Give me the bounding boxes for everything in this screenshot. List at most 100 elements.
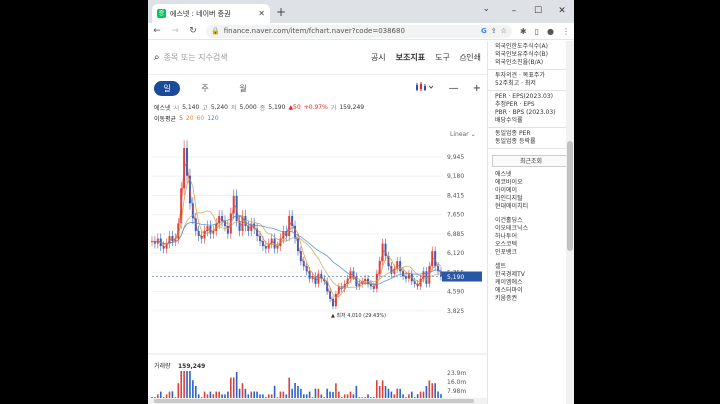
maximize-button[interactable]: ☐: [526, 0, 550, 23]
sector-section: 동일업종 PER 동일업종 등락률: [488, 128, 574, 149]
naver-finance-favicon: 증: [157, 9, 166, 18]
ma-60: 60: [196, 114, 205, 122]
menu-print[interactable]: ⎙인쇄: [460, 52, 481, 63]
y-tick-label: 4,590: [447, 289, 464, 296]
browser-tab[interactable]: 증 에스넷 : 네이버 증권 ✕: [152, 4, 270, 23]
opinion-row: 52주최고 · 최저: [495, 80, 536, 87]
address-bar: ← → ↻ 🔒 finance.naver.com/item/fchart.na…: [148, 23, 574, 40]
y-tick-label: 6,120: [447, 250, 464, 257]
recent-item[interactable]: 파인디지털: [488, 195, 574, 203]
price-change-pct: +0.97%: [303, 103, 328, 111]
valuation-row: PER · EPS(2023.03): [495, 93, 554, 100]
valuation-section: PER · EPS(2023.03) 추정PER · EPS PBR · BPS (…: [488, 91, 574, 128]
chart-panel: ⌕ 종목 또는 지수검색 공시 보조지표 도구 ⎙인쇄 일 주 월 — + 에스…: [148, 41, 487, 404]
volume-tick-label: 16.0m: [447, 379, 466, 386]
recent-item[interactable]: 인포뱅크: [488, 249, 574, 257]
price-summary: 에스넷 시 5,140 고 5,240 저 5,000 종 5,190 ▲50 +0.9…: [154, 103, 365, 112]
y-tick-label: 7,650: [447, 212, 464, 219]
menu-disclosure[interactable]: 공시: [371, 52, 386, 63]
current-price-label: 5,190: [447, 274, 464, 281]
page-content: ⌕ 종목 또는 지수검색 공시 보조지표 도구 ⎙인쇄 일 주 월 — + 에스…: [148, 41, 574, 404]
valuation-row: 배당수익률: [495, 117, 523, 124]
foreign-info-row: 외국인보유주식수(B): [495, 51, 548, 58]
chart-type-dropdown[interactable]: [415, 81, 435, 95]
ma-120: 120: [207, 114, 219, 122]
stock-name: 에스넷: [154, 104, 171, 112]
tab-search-icon[interactable]: ⌄: [482, 4, 490, 14]
volume-tick-label: 7.98m: [447, 388, 466, 395]
url-text: finance.naver.com/item/fchart.naver?code…: [223, 27, 405, 35]
volume-total: 159,249: [178, 363, 205, 370]
profile-avatar[interactable]: ●: [547, 27, 554, 36]
side-panel-icon[interactable]: ▯: [535, 27, 539, 36]
zoom-in-button[interactable]: +: [473, 83, 481, 94]
recent-item[interactable]: 현대에이치티: [488, 203, 574, 211]
forward-icon[interactable]: →: [170, 26, 180, 36]
extensions-icon[interactable]: ✱: [520, 27, 527, 36]
more-menu-icon[interactable]: ⋮: [562, 27, 570, 36]
tab-title: 에스넷 : 네이버 증권: [170, 9, 231, 18]
recent-item[interactable]: 에코바이오: [488, 179, 574, 187]
foreign-info-row: 외국인한도주식수(A): [495, 43, 548, 50]
stock-search-input[interactable]: 종목 또는 지수검색: [164, 52, 371, 63]
volume-value: 159,249: [339, 103, 365, 111]
period-day[interactable]: 일: [154, 80, 180, 96]
recent-item[interactable]: 키움증권: [488, 295, 574, 303]
close-tab-icon[interactable]: ✕: [258, 9, 265, 18]
period-selector: 일 주 월 — +: [148, 75, 487, 101]
chart-horizontal-scrollbar[interactable]: [148, 398, 487, 404]
menu-tools[interactable]: 도구: [435, 52, 450, 63]
recent-list-2: 이건홀딩스 이오테크닉스 하나투어 오스코텍 인포뱅크: [488, 217, 574, 257]
recent-list: 에스넷 에코바이오 아이에이 파인디지털 현대에이치티: [488, 171, 574, 211]
price-chart[interactable]: 9,9459,1808,4157,6506,8856,1205,3554,590…: [148, 139, 487, 404]
minimize-button[interactable]: –: [502, 0, 526, 23]
recent-item[interactable]: 에스터마이: [488, 287, 574, 295]
y-tick-label: 8,415: [447, 192, 464, 199]
recent-item[interactable]: 하나투어: [488, 233, 574, 241]
window-close-button[interactable]: ✕: [550, 0, 574, 23]
google-icon[interactable]: G: [481, 27, 487, 35]
recent-item[interactable]: 아이에이: [488, 187, 574, 195]
y-tick-label: 3,825: [447, 308, 464, 315]
recent-views-tab[interactable]: 최근조회: [492, 155, 570, 167]
zoom-out-button[interactable]: —: [449, 83, 459, 94]
recent-item[interactable]: 오스코텍: [488, 241, 574, 249]
new-tab-button[interactable]: +: [276, 5, 286, 19]
ma-line-5: [151, 160, 442, 304]
recent-item[interactable]: 케이엠에스: [488, 279, 574, 287]
valuation-row: PBR · BPS (2023.03): [495, 109, 556, 116]
bookmark-star-icon[interactable]: ☆: [501, 27, 507, 35]
back-icon[interactable]: ←: [152, 26, 162, 36]
page-scrollbar[interactable]: [566, 41, 574, 404]
search-icon[interactable]: ⌕: [154, 52, 160, 63]
foreign-ownership-section: 외국인한도주식수(A) 외국인보유주식수(B) 외국인소진율(B/A): [488, 41, 574, 70]
recent-item[interactable]: 이건홀딩스: [488, 217, 574, 225]
period-week[interactable]: 주: [192, 81, 218, 96]
open-price: 5,140: [182, 103, 200, 111]
close-price: 5,190: [268, 103, 286, 111]
menu-indicators[interactable]: 보조지표: [396, 52, 425, 63]
lock-icon: 🔒: [211, 27, 220, 35]
moving-average-legend[interactable]: 이동평균 5 20 60 120: [148, 113, 487, 123]
candlestick-icon: [415, 81, 433, 91]
recent-item[interactable]: 한국경제TV: [488, 271, 574, 279]
tab-strip: 증 에스넷 : 네이버 증권 ✕ + ⌄ – ☐ ✕: [148, 0, 574, 23]
high-price: 5,240: [210, 103, 228, 111]
opinion-section: 투자의견 · 목표주가 52주최고 · 최저: [488, 70, 574, 91]
recent-item[interactable]: 이오테크닉스: [488, 225, 574, 233]
volume-tick-label: 23.9m: [447, 370, 466, 377]
scale-dropdown[interactable]: Linear ⌄: [450, 131, 476, 138]
ma-20: 20: [185, 114, 194, 122]
info-sidebar: 외국인한도주식수(A) 외국인보유주식수(B) 외국인소진율(B/A) 투자의견 ·…: [487, 41, 574, 404]
recent-list-3: 셀트 한국경제TV 케이엠에스 에스터마이 키움증권: [488, 263, 574, 303]
share-icon[interactable]: ⇪: [491, 27, 497, 35]
y-tick-label: 9,180: [447, 173, 464, 180]
sector-row: 동일업종 등락률: [495, 138, 536, 145]
recent-item[interactable]: 셀트: [488, 263, 574, 271]
sector-row: 동일업종 PER: [495, 130, 531, 137]
recent-item[interactable]: 에스넷: [488, 171, 574, 179]
url-field[interactable]: 🔒 finance.naver.com/item/fchart.naver?co…: [206, 24, 512, 38]
valuation-row: 추정PER · EPS: [495, 101, 535, 108]
reload-icon[interactable]: ↻: [188, 26, 198, 36]
period-month[interactable]: 월: [230, 81, 256, 96]
